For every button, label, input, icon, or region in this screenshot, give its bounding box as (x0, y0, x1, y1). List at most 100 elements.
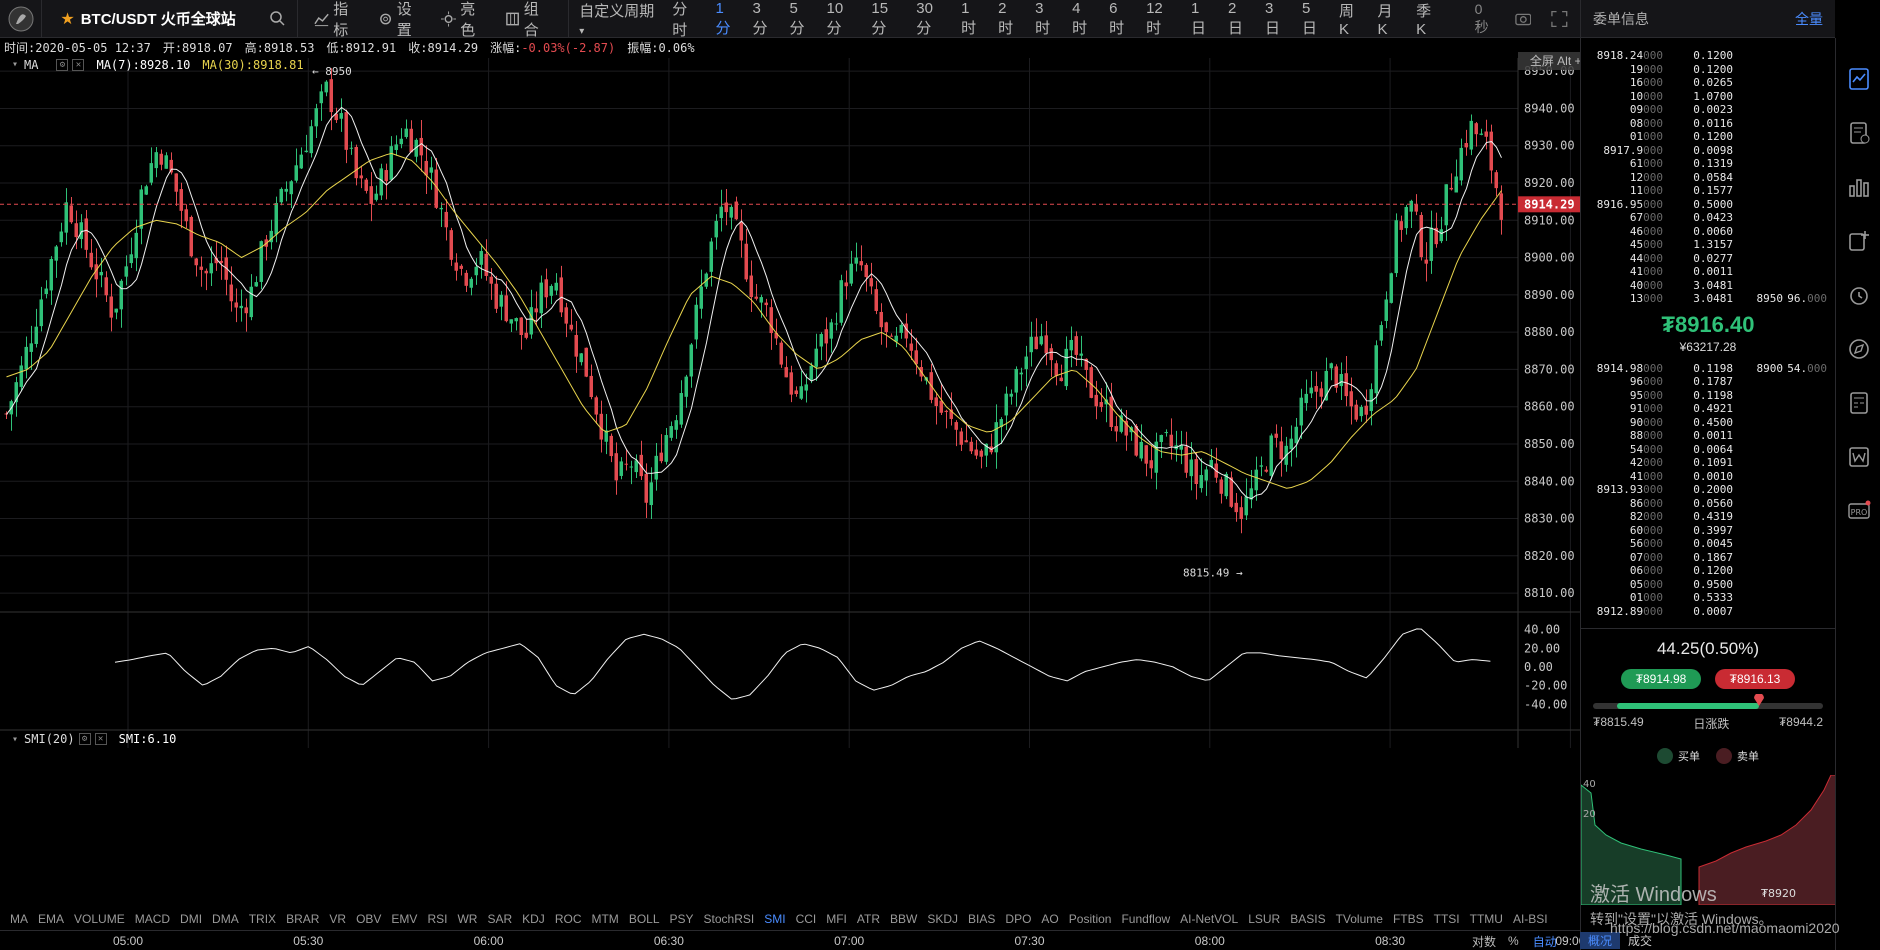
smi-settings-icon[interactable]: ⚙ (78, 733, 91, 745)
layout-button[interactable]: 组合 (505, 0, 553, 40)
indicator-tab-wr[interactable]: WR (457, 912, 477, 926)
orderbook-row[interactable]: 88000 0.0011 (1581, 429, 1835, 443)
custom-period-dropdown[interactable]: 自定义周期 (579, 0, 657, 38)
indicator-tab-ttmu[interactable]: TTMU (1470, 912, 1503, 926)
period-分时[interactable]: 分时 (672, 0, 700, 40)
indicator-tab-roc[interactable]: ROC (555, 912, 582, 926)
period-季K[interactable]: 季K (1416, 0, 1440, 38)
indicator-tab-macd[interactable]: MACD (135, 912, 170, 926)
indicator-tab-rsi[interactable]: RSI (427, 912, 447, 926)
period-3分[interactable]: 3分 (753, 0, 775, 38)
orderbook-row[interactable]: 96000 0.1787 (1581, 375, 1835, 389)
orderbook-row[interactable]: 19000 0.1200 (1581, 63, 1835, 77)
orderbook-row[interactable]: 82000 0.4319 (1581, 510, 1835, 524)
indicator-button[interactable]: 指标 (314, 0, 362, 40)
settings-button[interactable]: 设置 (378, 0, 426, 40)
orderbook-row[interactable]: 8914.98000 0.1198 8900 54.000 (1581, 362, 1835, 376)
orderbook-row[interactable]: 05000 0.9500 (1581, 578, 1835, 592)
indicator-tab-atr[interactable]: ATR (857, 912, 880, 926)
indicator-tab-brar[interactable]: BRAR (286, 912, 319, 926)
indicator-tab-cci[interactable]: CCI (796, 912, 817, 926)
period-4时[interactable]: 4时 (1072, 0, 1094, 38)
indicator-tab-psy[interactable]: PSY (670, 912, 694, 926)
period-10分[interactable]: 10分 (827, 0, 857, 38)
period-30分[interactable]: 30分 (916, 0, 946, 38)
indicator-tab-ema[interactable]: EMA (38, 912, 64, 926)
period-3时[interactable]: 3时 (1035, 0, 1057, 38)
orderbook-row[interactable]: 41000 0.0010 (1581, 470, 1835, 484)
period-1时[interactable]: 1时 (961, 0, 983, 38)
indicator-tab-position[interactable]: Position (1069, 912, 1112, 926)
ma-close-icon[interactable]: ✕ (72, 59, 85, 71)
sidebar-depth[interactable] (1836, 160, 1880, 214)
best-bid-button[interactable]: ₮8914.98 (1621, 669, 1701, 689)
price-chart[interactable]: 8950.008940.008930.008920.008910.008900.… (0, 58, 1580, 768)
indicator-tab-emv[interactable]: EMV (391, 912, 417, 926)
indicator-tab-dma[interactable]: DMA (212, 912, 239, 926)
indicator-tab-smi[interactable]: SMI (764, 912, 785, 926)
indicator-tab-obv[interactable]: OBV (356, 912, 381, 926)
orderbook-row[interactable]: 10000 1.0700 (1581, 90, 1835, 104)
indicator-tab-skdj[interactable]: SKDJ (927, 912, 958, 926)
indicator-tab-trix[interactable]: TRIX (249, 912, 276, 926)
period-周K[interactable]: 周K (1339, 0, 1363, 38)
orderbook-row[interactable]: 44000 0.0277 (1581, 252, 1835, 266)
fullscreen-icon[interactable] (1551, 10, 1568, 28)
indicator-tab-boll[interactable]: BOLL (629, 912, 660, 926)
orderbook-row[interactable]: 95000 0.1198 (1581, 389, 1835, 403)
orderbook-row[interactable]: 12000 0.0584 (1581, 171, 1835, 185)
indicator-tab-ttsi[interactable]: TTSI (1434, 912, 1460, 926)
indicator-tab-dmi[interactable]: DMI (180, 912, 202, 926)
sidebar-calculator[interactable] (1836, 376, 1880, 430)
orderbook-row[interactable]: 60000 0.3997 (1581, 524, 1835, 538)
orderbook-row[interactable]: 8913.93000 0.2000 (1581, 483, 1835, 497)
indicator-tab-bias[interactable]: BIAS (968, 912, 995, 926)
indicator-tab-mtm[interactable]: MTM (591, 912, 618, 926)
sidebar-pro[interactable]: PRO (1836, 484, 1880, 538)
orderbook-row[interactable]: 67000 0.0423 (1581, 211, 1835, 225)
orderbook-row[interactable]: 61000 0.1319 (1581, 157, 1835, 171)
indicator-tab-ftbs[interactable]: FTBS (1393, 912, 1424, 926)
period-1日[interactable]: 1日 (1191, 0, 1213, 38)
indicator-tab-tvolume[interactable]: TVolume (1336, 912, 1383, 926)
period-月K[interactable]: 月K (1378, 0, 1402, 38)
indicator-tab-kdj[interactable]: KDJ (522, 912, 545, 926)
search-icon[interactable] (269, 10, 285, 26)
indicator-tab-ma[interactable]: MA (10, 912, 28, 926)
indicator-tab-stochrsi[interactable]: StochRSI (704, 912, 755, 926)
symbol-selector[interactable]: ★ BTC/USDT 火币全球站 (42, 0, 299, 38)
orderbook-row[interactable]: 08000 0.0116 (1581, 117, 1835, 131)
orderbook-row[interactable]: 54000 0.0064 (1581, 443, 1835, 457)
orderbook-row[interactable]: 56000 0.0045 (1581, 537, 1835, 551)
sidebar-add[interactable] (1836, 214, 1880, 268)
sidebar-wallet[interactable] (1836, 430, 1880, 484)
orderbook-row[interactable]: 09000 0.0023 (1581, 103, 1835, 117)
period-12时[interactable]: 12时 (1146, 0, 1176, 38)
orderbook-row[interactable]: 11000 0.1577 (1581, 184, 1835, 198)
orderbook-row[interactable]: 13000 3.0481 8950 96.000 (1581, 292, 1835, 306)
indicator-tab-volume[interactable]: VOLUME (74, 912, 125, 926)
sidebar-compass[interactable] (1836, 322, 1880, 376)
orderbook-row[interactable]: 45000 1.3157 (1581, 238, 1835, 252)
indicator-tab-dpo[interactable]: DPO (1005, 912, 1031, 926)
period-15分[interactable]: 15分 (871, 0, 901, 38)
orderbook-full-toggle[interactable]: 全量 (1795, 9, 1823, 29)
orderbook-row[interactable]: 90000 0.4500 (1581, 416, 1835, 430)
period-2时[interactable]: 2时 (998, 0, 1020, 38)
orderbook-row[interactable]: 01000 0.1200 (1581, 130, 1835, 144)
indicator-tab-vr[interactable]: VR (329, 912, 346, 926)
sidebar-orderbook[interactable] (1836, 52, 1880, 106)
indicator-tab-fundflow[interactable]: Fundflow (1121, 912, 1170, 926)
orderbook-row[interactable]: 8912.89000 0.0007 (1581, 605, 1835, 619)
orderbook-row[interactable]: 42000 0.1091 (1581, 456, 1835, 470)
orderbook-row[interactable]: 06000 0.1200 (1581, 564, 1835, 578)
orderbook-row[interactable]: 41000 0.0011 (1581, 265, 1835, 279)
indicator-tab-bbw[interactable]: BBW (890, 912, 917, 926)
orderbook-row[interactable]: 8916.95000 0.5000 (1581, 198, 1835, 212)
sidebar-alarm[interactable] (1836, 268, 1880, 322)
orderbook-row[interactable]: 01000 0.5333 (1581, 591, 1835, 605)
orderbook-row[interactable]: 8917.9000 0.0098 (1581, 144, 1835, 158)
indicator-tab-lsur[interactable]: LSUR (1248, 912, 1280, 926)
camera-icon[interactable] (1515, 10, 1532, 28)
huobi-logo[interactable] (0, 0, 43, 38)
